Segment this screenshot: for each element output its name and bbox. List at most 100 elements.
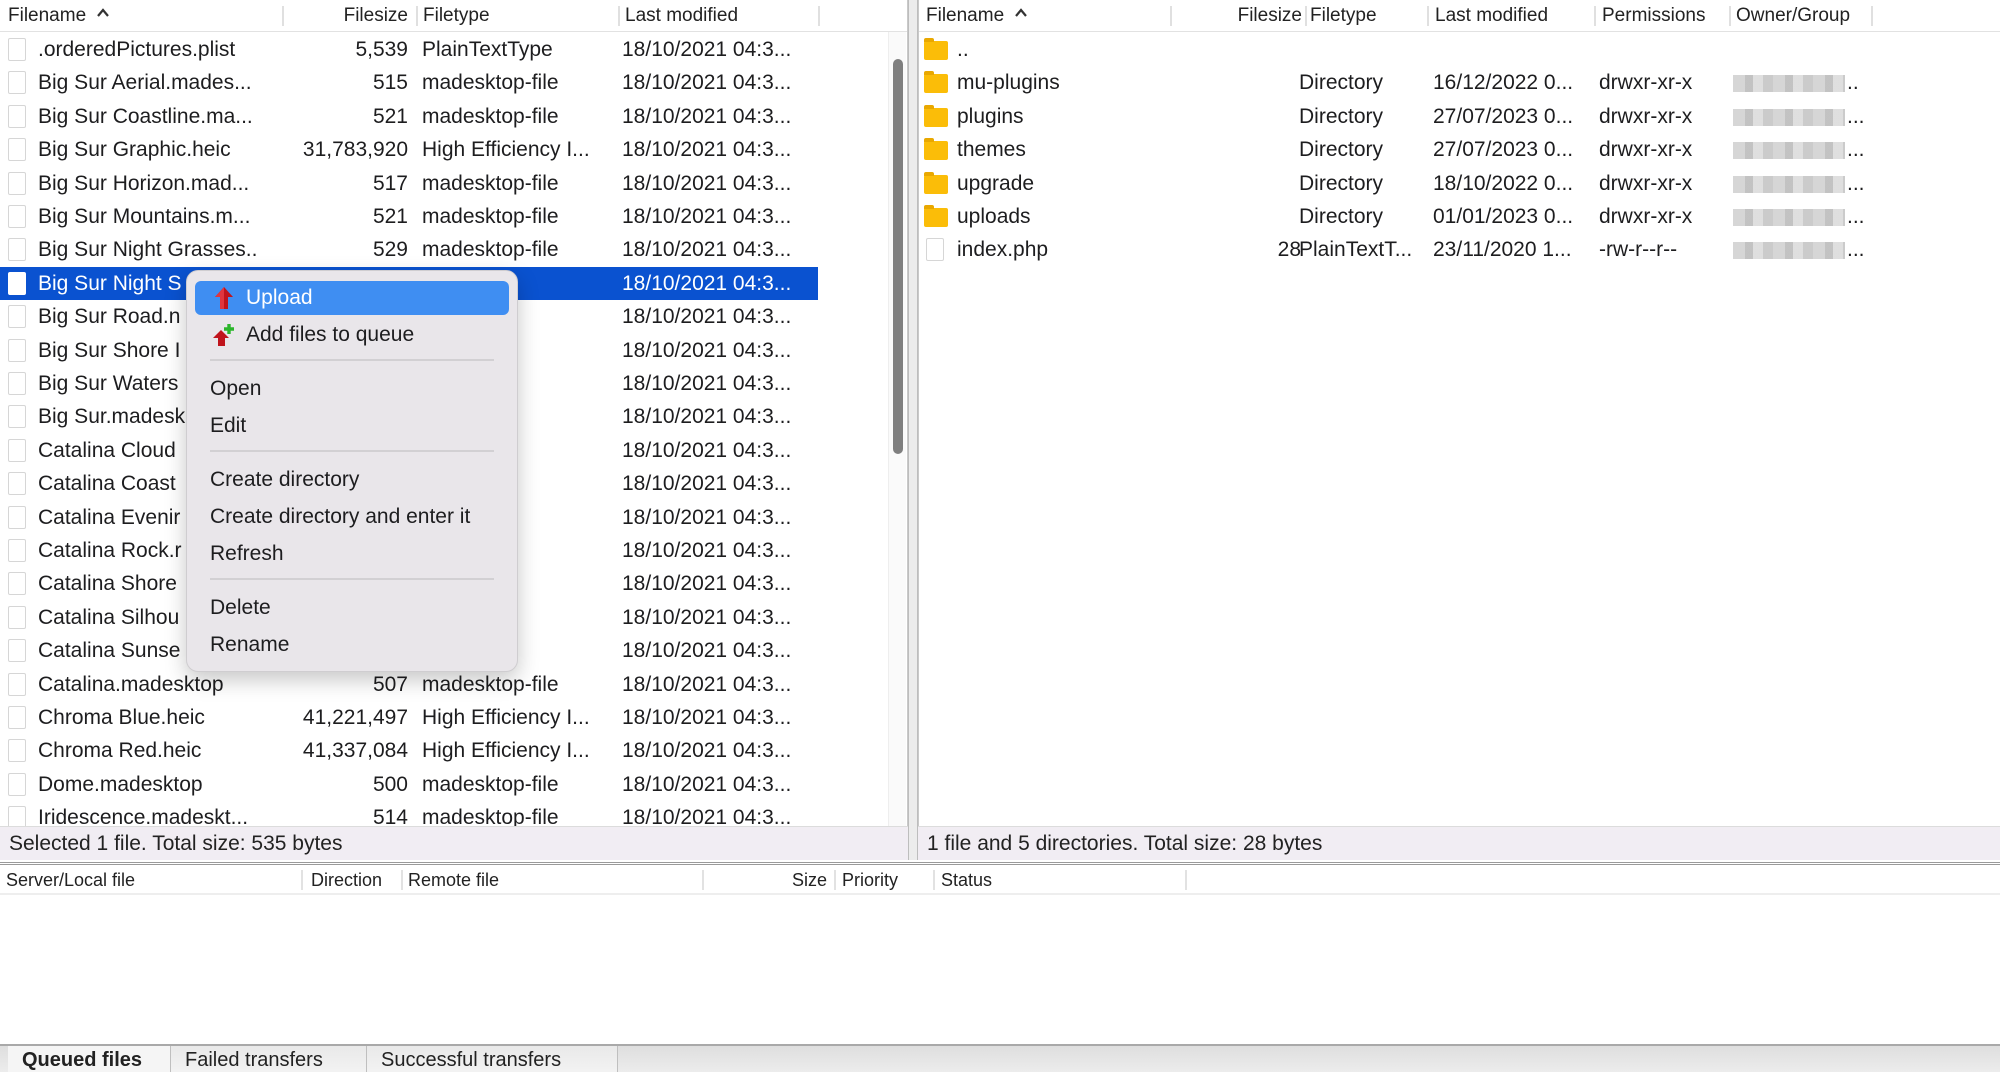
menu-item-delete[interactable]: Delete [195,591,509,625]
column-separator[interactable] [1871,6,1873,26]
file-modified: 18/10/2021 04:3... [622,171,792,195]
file-modified: 27/07/2023 0... [1433,104,1574,128]
file-icon [8,372,26,395]
column-separator[interactable] [401,870,403,890]
file-modified: 18/10/2021 04:3... [622,539,792,562]
file-row[interactable]: upgrade Directory 18/10/2022 0... drwxr-xr-… [919,167,2000,200]
column-separator[interactable] [933,870,935,890]
file-modified: 27/07/2023 0... [1433,138,1574,162]
file-name: plugins [957,104,1024,128]
pane-splitter[interactable] [908,0,918,860]
file-row[interactable]: .orderedPictures.plist 5,539 PlainTextType… [0,33,886,66]
column-separator[interactable] [834,870,836,890]
file-row[interactable]: Big Sur Aerial.mades... 515 madesktop-file… [0,66,886,99]
file-row[interactable]: themes Directory 27/07/2023 0... drwxr-xr-x… [919,133,2000,166]
column-separator[interactable] [301,870,303,890]
file-row[interactable]: Dome.madesktop 500 madesktop-file 18/10/202… [0,768,886,801]
file-row[interactable]: Big Sur Mountains.m... 521 madesktop-file 1… [0,200,886,233]
queue-col-priority[interactable]: Priority [842,869,898,891]
file-modified: 18/10/2021 04:3... [622,238,792,262]
file-row[interactable]: .. [919,33,2000,66]
file-row[interactable]: Catalina.madesktop 507 madesktop-file 18/10… [0,668,886,701]
file-row[interactable]: Chroma Blue.heic 41,221,497 High Efficienc… [0,701,886,734]
menu-item-edit[interactable]: Edit [195,409,509,443]
file-modified: 01/01/2023 0... [1433,205,1574,228]
tab-queued-files[interactable]: Queued files [8,1046,171,1072]
file-row[interactable]: Big Sur Night Grasses.. 529 madesktop-file… [0,233,886,266]
file-type: High Efficiency I... [422,739,590,763]
file-icon [8,772,26,796]
file-type: PlainTextT... [1299,238,1413,262]
menu-item-open[interactable]: Open [195,372,509,406]
column-separator[interactable] [1427,6,1429,26]
file-modified: 18/10/2021 04:3... [622,438,792,462]
column-separator[interactable] [416,6,418,26]
local-col-filesize[interactable]: Filesize [290,4,408,28]
remote-col-filename[interactable]: Filename [926,4,1028,28]
local-col-filename[interactable]: Filename [8,4,110,28]
queue-col-server-local-file[interactable]: Server/Local file [6,869,135,891]
file-modified: 18/10/2021 04:3... [622,605,792,629]
tab-failed-transfers[interactable]: Failed transfers [171,1046,367,1072]
tab-successful-transfers[interactable]: Successful transfers [367,1046,618,1072]
column-separator[interactable] [1185,870,1187,890]
file-name: Big Sur Coastline.ma... [38,104,253,128]
menu-separator [210,359,494,361]
queue-col-remote-file[interactable]: Remote file [408,869,499,891]
remote-col-permissions[interactable]: Permissions [1602,4,1705,28]
file-size: 507 [372,672,408,696]
queue-col-direction[interactable]: Direction [311,869,382,891]
local-col-last-modified[interactable]: Last modified [625,4,738,28]
file-row[interactable]: Big Sur Coastline.ma... 521 madesktop-file… [0,100,886,133]
menu-item-rename[interactable]: Rename [195,628,509,662]
file-icon [8,305,26,329]
column-separator[interactable] [702,870,704,890]
transfer-queue: Server/Local file Direction Remote file … [0,862,2000,1044]
column-separator[interactable] [282,6,284,26]
column-separator[interactable] [1594,6,1596,26]
file-modified: 18/10/2021 04:3... [622,138,792,162]
menu-item-label: Open [210,377,262,400]
remote-col-last-modified[interactable]: Last modified [1435,4,1548,28]
file-icon [8,405,26,429]
col-label: Filename [926,5,1005,26]
file-row[interactable]: index.php 28 PlainTextT... 23/11/2020 1... -… [919,233,2000,266]
queue-col-status[interactable]: Status [941,869,992,891]
file-row[interactable]: Chroma Red.heic 41,337,084 High Efficiency… [0,734,886,767]
redacted-owner [1733,142,1845,160]
column-separator[interactable] [618,6,620,26]
file-row[interactable]: uploads Directory 01/01/2023 0... drwxr-xr-… [919,200,2000,233]
file-row[interactable]: mu-plugins Directory 16/12/2022 0... drwxr-… [919,66,2000,99]
file-name: Big Sur Aerial.mades... [38,71,252,95]
file-permissions: -rw-r--r-- [1599,238,1678,262]
context-menu: Upload Add files to queue Open Edit Create d… [186,270,518,672]
remote-col-owner-group[interactable]: Owner/Group [1736,4,1850,28]
menu-item-upload[interactable]: Upload [195,281,509,315]
column-separator[interactable] [818,6,820,26]
local-scrollbar[interactable] [888,32,906,828]
file-row[interactable]: Big Sur Graphic.heic 31,783,920 High Effic… [0,133,886,166]
file-name: Big Sur Mountains.m... [38,205,251,228]
file-row[interactable]: Big Sur Horizon.mad... 517 madesktop-file 1… [0,167,886,200]
remote-col-filetype[interactable]: Filetype [1302,4,1377,28]
menu-item-add-files-to-queue[interactable]: Add files to queue [195,318,509,352]
file-row[interactable]: plugins Directory 27/07/2023 0... drwxr-xr-… [919,100,2000,133]
column-separator[interactable] [1729,6,1731,26]
remote-col-filesize[interactable]: Filesize [1179,4,1302,28]
column-separator[interactable] [1170,6,1172,26]
file-size [1179,66,1301,99]
file-modified: 18/10/2021 04:3... [622,104,792,128]
file-owner-ellipsis: ... [1847,238,1865,262]
file-type: madesktop-file [422,71,559,95]
menu-item-refresh[interactable]: Refresh [195,537,509,571]
file-modified: 18/10/2021 04:3... [622,505,792,529]
menu-item-create-directory-and-enter-it[interactable]: Create directory and enter it [195,500,509,534]
scroll-thumb[interactable] [893,59,903,454]
local-col-filetype[interactable]: Filetype [423,4,490,28]
menu-item-create-directory[interactable]: Create directory [195,463,509,497]
redacted-owner [1733,242,1845,260]
file-modified: 18/10/2021 04:3... [622,205,792,228]
file-permissions [1599,33,1727,66]
queue-col-size[interactable]: Size [710,869,827,891]
menu-item-label: Delete [210,596,271,619]
